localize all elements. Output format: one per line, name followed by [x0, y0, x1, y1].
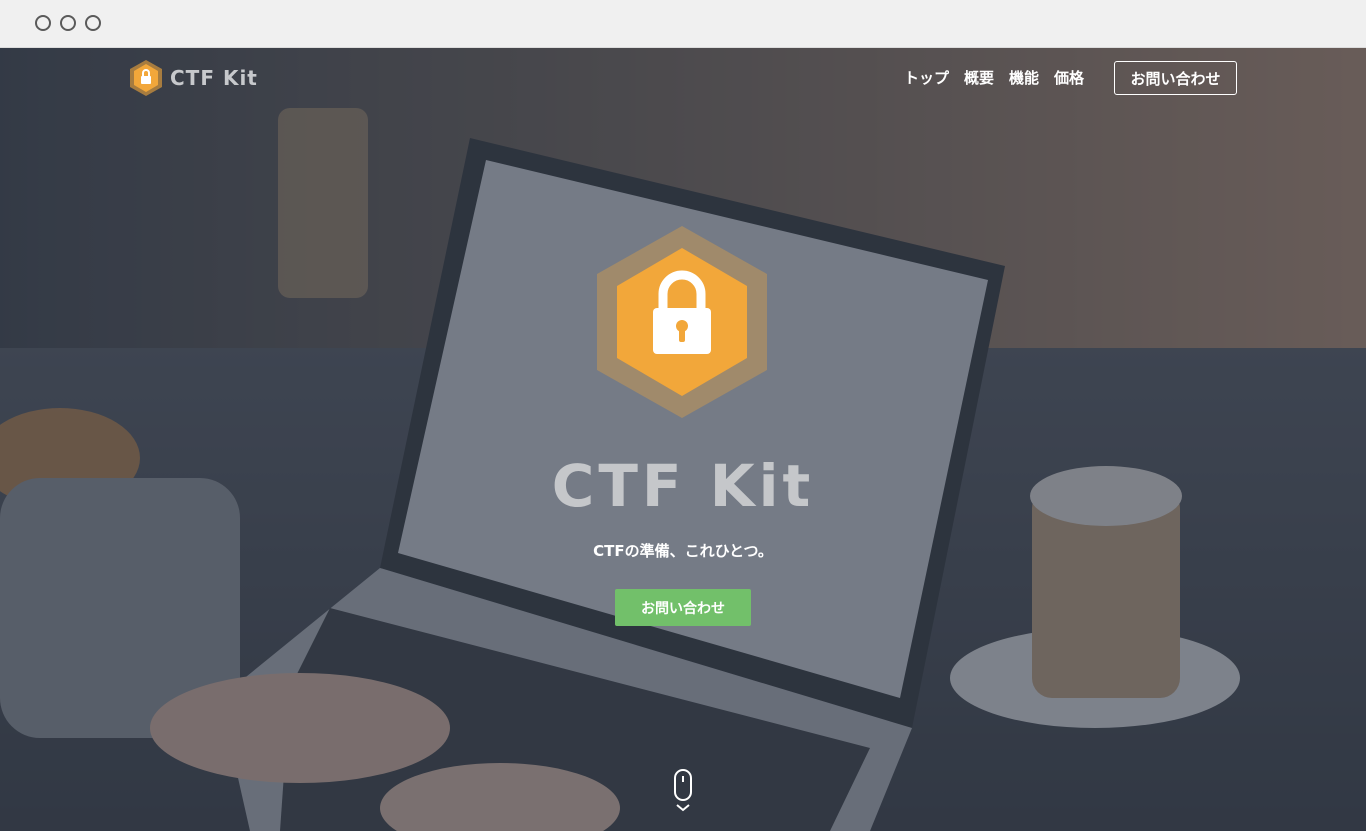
nav-link-overview[interactable]: 概要 — [964, 67, 994, 88]
brand-logo-link[interactable]: CTF Kit — [130, 60, 258, 96]
browser-chrome — [0, 0, 1366, 48]
lock-hexagon-icon — [130, 60, 162, 96]
nav-contact-button[interactable]: お問い合わせ — [1114, 61, 1237, 95]
hero-lock-hexagon-icon — [597, 226, 767, 418]
window-minimize-button[interactable] — [60, 15, 76, 31]
window-close-button[interactable] — [35, 15, 51, 31]
nav-link-features[interactable]: 機能 — [1009, 67, 1039, 88]
brand-name: CTF Kit — [170, 66, 258, 90]
hero-title: CTF Kit — [551, 452, 815, 520]
hero-section: CTF Kit トップ 概要 機能 価格 お問い合わせ CTF Kit CTFの… — [0, 48, 1366, 831]
hero-dark-overlay — [0, 48, 1366, 831]
window-maximize-button[interactable] — [85, 15, 101, 31]
hero-tagline: CTFの準備、これひとつ。 — [593, 542, 773, 560]
mouse-scroll-icon[interactable] — [673, 769, 693, 813]
nav-links: トップ 概要 機能 価格 — [889, 67, 1084, 88]
nav-link-pricing[interactable]: 価格 — [1054, 67, 1084, 88]
hero-contact-button[interactable]: お問い合わせ — [615, 589, 751, 626]
top-navbar: CTF Kit トップ 概要 機能 価格 お問い合わせ — [0, 48, 1366, 108]
nav-link-top[interactable]: トップ — [904, 67, 949, 88]
